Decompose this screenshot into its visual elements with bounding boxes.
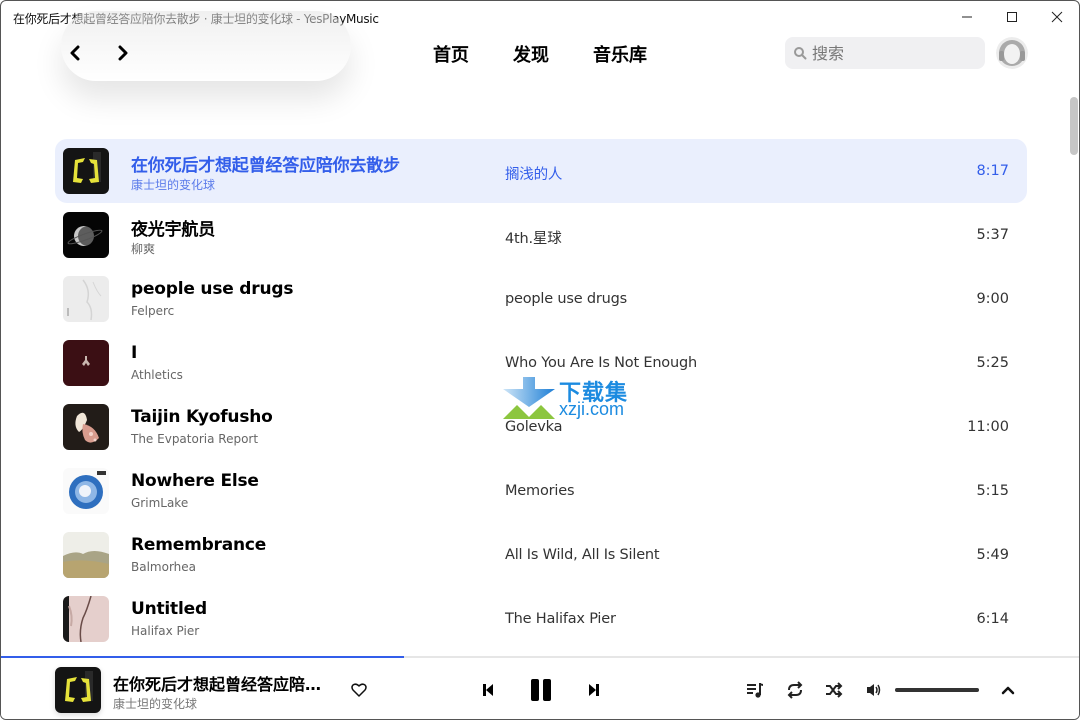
track-artist[interactable]: 柳爽 <box>131 240 155 257</box>
nav-home[interactable]: 首页 <box>433 41 469 67</box>
heart-icon <box>351 683 367 697</box>
now-playing-artist[interactable]: 康士坦的变化球 <box>113 695 197 712</box>
track-name: Taijin Kyofusho <box>131 407 273 427</box>
forward-button[interactable] <box>111 41 135 65</box>
album-cover <box>63 404 109 450</box>
album-cover <box>63 532 109 578</box>
volume-slider[interactable] <box>895 688 979 692</box>
nav-library[interactable]: 音乐库 <box>593 41 647 67</box>
track-name: Untitled <box>131 599 207 619</box>
now-playing-title[interactable]: 在你死后才想起曾经答应陪你去散步 <box>113 671 328 695</box>
track-artist[interactable]: Halifax Pier <box>131 624 199 638</box>
track-album[interactable]: Golevka <box>505 419 562 435</box>
track-duration: 11:00 <box>967 419 1009 435</box>
skip-previous-icon <box>483 684 493 696</box>
app-window: 在你死后才想起曾经答应陪你去散步 · 康士坦的变化球 - YesPlayMusi… <box>0 0 1080 720</box>
nav-explore[interactable]: 发现 <box>513 41 549 67</box>
album-cover <box>63 340 109 386</box>
track-list: 在你死后才想起曾经答应陪你去散步 康士坦的变化球 搁浅的人 8:17 夜光宇航员… <box>55 139 1027 651</box>
close-icon <box>1051 11 1063 23</box>
track-name: Remembrance <box>131 535 267 555</box>
track-album[interactable]: All Is Wild, All Is Silent <box>505 547 660 563</box>
volume-button[interactable] <box>863 679 885 701</box>
track-name: I <box>131 343 138 363</box>
scrollbar-thumb[interactable] <box>1070 97 1078 155</box>
track-album[interactable]: 搁浅的人 <box>505 163 562 184</box>
album-cover <box>63 212 109 258</box>
track-album[interactable]: 4th.星球 <box>505 227 562 248</box>
repeat-icon <box>787 681 803 699</box>
album-cover <box>63 276 109 322</box>
track-name: Nowhere Else <box>131 471 259 491</box>
track-duration: 8:17 <box>976 163 1009 179</box>
open-lyrics-button[interactable] <box>997 679 1019 701</box>
window-title: 在你死后才想起曾经答应陪你去散步 · 康士坦的变化球 - YesPlayMusi… <box>13 12 379 26</box>
track-album[interactable]: Memories <box>505 483 574 499</box>
shuffle-icon <box>826 682 843 698</box>
title-bar: 在你死后才想起曾经答应陪你去散步 · 康士坦的变化球 - YesPlayMusi… <box>1 1 1079 33</box>
track-row[interactable]: 夜光宇航员 柳爽 4th.星球 5:37 <box>55 203 1027 267</box>
track-row[interactable]: Remembrance Balmorhea All Is Wild, All I… <box>55 523 1027 587</box>
back-button[interactable] <box>63 41 87 65</box>
minimize-button[interactable] <box>944 1 990 33</box>
track-duration: 5:25 <box>976 355 1009 371</box>
chevron-up-icon <box>1001 686 1015 695</box>
like-button[interactable] <box>349 680 369 700</box>
chevron-right-icon <box>118 45 128 61</box>
track-artist[interactable]: The Evpatoria Report <box>131 432 258 446</box>
now-playing-cover[interactable] <box>55 667 101 713</box>
track-name: 在你死后才想起曾经答应陪你去散步 <box>131 156 400 176</box>
skip-next-icon <box>589 684 599 696</box>
album-cover <box>63 148 109 194</box>
previous-button[interactable] <box>477 680 499 700</box>
track-artist[interactable]: 康士坦的变化球 <box>131 176 215 193</box>
track-row[interactable]: Taijin Kyofusho The Evpatoria Report Gol… <box>55 395 1027 459</box>
pause-button[interactable] <box>527 676 555 704</box>
search-input[interactable] <box>812 43 972 63</box>
user-avatar-icon[interactable] <box>996 37 1028 69</box>
track-artist[interactable]: Athletics <box>131 368 183 382</box>
queue-icon <box>747 683 763 698</box>
search-icon <box>794 47 807 60</box>
track-album[interactable]: Who You Are Is Not Enough <box>505 355 697 371</box>
track-name: people use drugs <box>131 279 294 299</box>
maximize-button[interactable] <box>989 1 1035 33</box>
album-cover <box>63 596 109 642</box>
track-row[interactable]: Nowhere Else GrimLake Memories 5:15 <box>55 459 1027 523</box>
album-cover <box>63 468 109 514</box>
track-duration: 5:49 <box>976 547 1009 563</box>
track-row[interactable]: people use drugs Felperc people use drug… <box>55 267 1027 331</box>
track-duration: 5:15 <box>976 483 1009 499</box>
track-album[interactable]: The Halifax Pier <box>505 611 616 627</box>
track-row[interactable]: I Athletics Who You Are Is Not Enough 5:… <box>55 331 1027 395</box>
close-button[interactable] <box>1034 1 1079 33</box>
repeat-button[interactable] <box>784 679 806 701</box>
next-button[interactable] <box>583 680 605 700</box>
track-artist[interactable]: Felperc <box>131 304 174 318</box>
track-duration: 6:14 <box>976 611 1009 627</box>
volume-slider-fill <box>895 688 979 692</box>
search-box <box>785 37 985 69</box>
playlist-queue-button[interactable] <box>744 679 766 701</box>
maximize-icon <box>1007 12 1017 22</box>
track-artist[interactable]: Balmorhea <box>131 560 196 574</box>
volume-icon <box>867 684 881 696</box>
player-bar: 在你死后才想起曾经答应陪你去散步 康士坦的变化球 <box>1 658 1079 719</box>
minimize-icon <box>962 16 972 18</box>
track-album[interactable]: people use drugs <box>505 291 627 307</box>
pause-icon <box>531 679 551 701</box>
track-artist[interactable]: GrimLake <box>131 496 188 510</box>
shuffle-button[interactable] <box>823 679 845 701</box>
track-row[interactable]: Untitled Halifax Pier The Halifax Pier 6… <box>55 587 1027 651</box>
track-duration: 5:37 <box>976 227 1009 243</box>
track-duration: 9:00 <box>976 291 1009 307</box>
track-name: 夜光宇航员 <box>131 220 215 240</box>
track-row[interactable]: 在你死后才想起曾经答应陪你去散步 康士坦的变化球 搁浅的人 8:17 <box>55 139 1027 203</box>
chevron-left-icon <box>70 45 80 61</box>
